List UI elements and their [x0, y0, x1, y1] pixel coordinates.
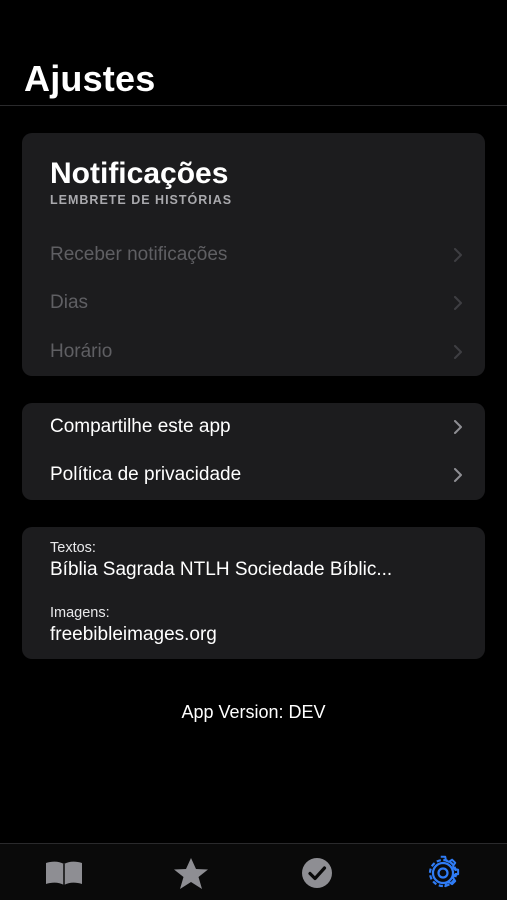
star-icon	[174, 858, 208, 889]
privacy-policy-label: Política de privacidade	[50, 464, 242, 485]
privacy-policy-row[interactable]: Política de privacidade	[22, 451, 485, 499]
chevron-right-icon	[454, 248, 462, 262]
notifications-subtitle: LEMBRETE DE HISTÓRIAS	[50, 193, 233, 207]
tab-completed[interactable]	[295, 856, 339, 890]
links-card: Compartilhe este app Política de privaci…	[22, 403, 485, 500]
notifications-title: Notificações	[50, 157, 229, 190]
tab-favorites[interactable]	[169, 856, 213, 890]
texts-label: Textos:	[50, 540, 96, 556]
receive-notifications-row[interactable]: Receber notificações	[22, 231, 485, 279]
days-label: Dias	[50, 292, 89, 313]
time-label: Horário	[50, 341, 113, 362]
checkmark-circle-icon	[302, 858, 332, 888]
images-value: freebibleimages.org	[50, 624, 217, 645]
header: Ajustes	[0, 0, 507, 106]
gear-icon	[428, 855, 460, 888]
time-row[interactable]: Horário	[22, 328, 485, 376]
receive-notifications-label: Receber notificações	[50, 244, 228, 265]
tab-settings[interactable]	[421, 855, 465, 890]
share-app-row[interactable]: Compartilhe este app	[22, 403, 485, 451]
chevron-right-icon	[454, 296, 462, 310]
chevron-right-icon	[454, 345, 462, 359]
page-title: Ajustes	[24, 58, 156, 99]
days-row[interactable]: Dias	[22, 279, 485, 327]
credits-card: Textos: Bíblia Sagrada NTLH Sociedade Bí…	[22, 527, 485, 659]
app-version: App Version: DEV	[181, 702, 326, 722]
book-icon	[46, 861, 82, 885]
tab-stories[interactable]	[42, 856, 86, 890]
tab-bar	[0, 843, 507, 900]
chevron-right-icon	[454, 420, 462, 434]
share-app-label: Compartilhe este app	[50, 416, 231, 437]
chevron-right-icon	[454, 468, 462, 482]
images-label: Imagens:	[50, 605, 110, 621]
notifications-card: Notificações LEMBRETE DE HISTÓRIAS Receb…	[22, 133, 485, 376]
texts-value: Bíblia Sagrada NTLH Sociedade Bíblic...	[50, 559, 393, 580]
